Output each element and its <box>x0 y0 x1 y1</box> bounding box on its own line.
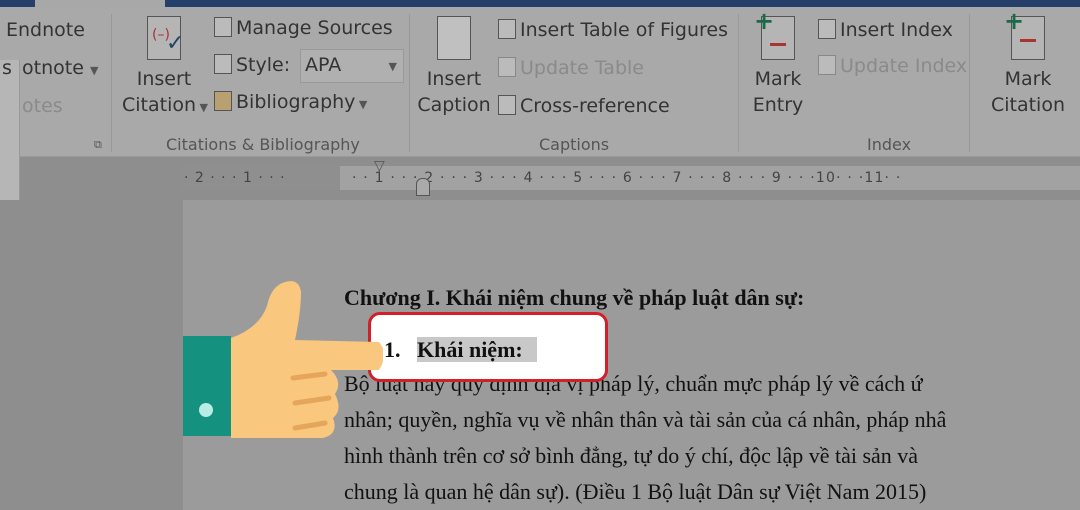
style-label: Style: <box>214 54 290 76</box>
body-line: hình thành trên cơ sở bình đẳng, tự do ý… <box>344 443 919 468</box>
mark-entry-icon: + <box>754 7 795 60</box>
style-dropdown[interactable]: APA ▼ <box>300 49 404 83</box>
body-line: nhân; quyền, nghĩa vụ về nhân thân và tà… <box>344 407 947 432</box>
footnote-prefix: s <box>2 57 12 79</box>
active-tab-indicator <box>35 0 165 7</box>
insert-index-label: Insert Index <box>840 19 953 41</box>
insert-endnote-button[interactable]: Endnote <box>6 19 85 41</box>
insert-caption-icon <box>437 16 471 60</box>
chapter-heading: Chương I. Khái niệm chung về pháp luật d… <box>344 285 805 310</box>
insert-table-of-figures-button[interactable]: Insert Table of Figures <box>498 19 728 41</box>
insert-citation-button[interactable]: (–) ✓ Insert Citation ▼ <box>122 14 209 126</box>
insert-caption-label-1: Insert <box>426 68 482 90</box>
update-table-icon <box>498 57 516 77</box>
chevron-down-icon: ▼ <box>355 98 368 111</box>
manage-sources-label: Manage Sources <box>236 17 393 39</box>
footnotes-group-label: otes <box>22 95 63 117</box>
index-group-label: Index <box>867 135 912 154</box>
bibliography-button[interactable]: Bibliography ▼ <box>214 91 367 113</box>
chevron-down-icon: ▼ <box>196 101 209 114</box>
divider <box>409 14 410 152</box>
list-number: 1. <box>384 337 401 362</box>
cross-reference-button[interactable]: Cross-reference <box>498 95 670 117</box>
bibliography-icon <box>214 91 232 111</box>
update-table-button[interactable]: Update Table <box>498 57 644 79</box>
citations-group-label: Citations & Bibliography <box>166 135 360 154</box>
insert-citation-text: Citation <box>122 94 197 116</box>
manage-sources-button[interactable]: Manage Sources <box>214 17 393 39</box>
mark-entry-label-1: Mark <box>754 68 802 90</box>
update-index-label: Update Index <box>840 55 968 77</box>
style-value: APA <box>305 54 342 76</box>
mark-citation-button[interactable]: + Mark Citation <box>988 7 1068 126</box>
divider <box>111 14 112 152</box>
divider <box>969 14 970 152</box>
divider <box>738 14 739 152</box>
insert-table-of-figures-label: Insert Table of Figures <box>520 19 728 41</box>
ruler-left-ticks: · 2 · · · 1 · · · <box>184 170 286 186</box>
subheading: 1. Khái niệm: <box>384 337 537 363</box>
manage-sources-icon <box>214 17 232 37</box>
dialog-launcher-icon[interactable]: ⧉ <box>94 138 102 152</box>
chevron-down-icon: ▼ <box>388 60 397 73</box>
body-line: chung là quan hệ dân sự). (Điều 1 Bộ luậ… <box>344 479 927 504</box>
insert-caption-label-2: Caption <box>417 94 491 116</box>
mark-citation-label-1: Mark <box>1004 68 1052 90</box>
table-of-figures-icon <box>498 19 516 39</box>
mark-citation-icon: + <box>1004 7 1045 60</box>
pointing-hand-icon <box>183 281 383 438</box>
selected-subheading[interactable]: Khái niệm: <box>417 337 537 362</box>
insert-index-icon <box>818 19 836 39</box>
chevron-down-icon: ▼ <box>89 64 99 77</box>
next-footnote-label: otnote <box>22 57 84 79</box>
insert-citation-label-1: Insert <box>136 68 192 90</box>
insert-citation-label-2: Citation ▼ <box>122 92 209 121</box>
mark-entry-label-2: Entry <box>752 94 804 116</box>
cross-reference-label: Cross-reference <box>520 95 670 117</box>
mark-citation-label-2: Citation <box>990 94 1066 116</box>
style-label-text: Style: <box>236 54 291 76</box>
hanging-indent-marker[interactable] <box>416 178 430 196</box>
style-icon <box>214 54 232 74</box>
side-panel <box>0 60 20 200</box>
bibliography-label: Bibliography <box>236 91 356 113</box>
insert-citation-icon: (–) ✓ <box>147 16 184 60</box>
update-table-label: Update Table <box>520 57 644 79</box>
first-line-indent-marker[interactable]: ▽ <box>374 158 385 174</box>
mark-entry-button[interactable]: + Mark Entry <box>746 7 810 126</box>
update-index-button[interactable]: Update Index <box>818 55 967 77</box>
insert-caption-button[interactable]: Insert Caption <box>416 14 492 126</box>
cross-reference-icon <box>498 95 516 115</box>
update-index-icon <box>818 55 836 75</box>
ruler-ticks: · · 1 · · · 2 · · · 3 · · · 4 · · · 5 · … <box>352 170 902 186</box>
insert-index-button[interactable]: Insert Index <box>818 19 953 41</box>
next-footnote-button[interactable]: otnote ▼ <box>22 57 98 79</box>
captions-group-label: Captions <box>539 135 610 154</box>
